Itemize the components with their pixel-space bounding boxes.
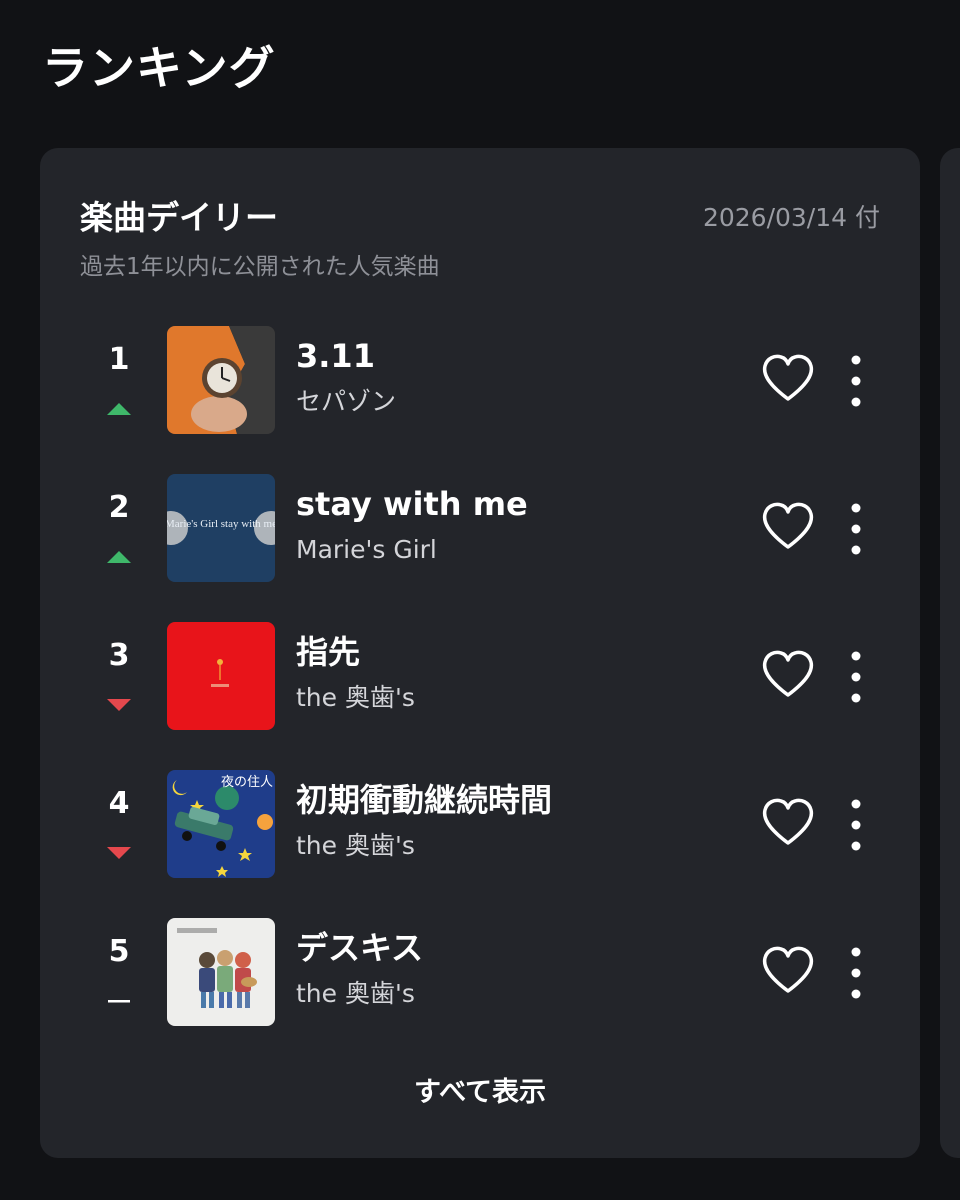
song-artist[interactable]: the 奥歯's bbox=[296, 828, 415, 864]
album-art-image: Marie's Girl stay with me bbox=[167, 474, 275, 582]
song-artist[interactable]: セパゾン bbox=[296, 384, 396, 420]
album-cover-2[interactable]: Marie's Girl stay with me bbox=[167, 474, 275, 582]
album-cover-3[interactable] bbox=[167, 622, 275, 730]
album-art-image: 夜の住人 bbox=[167, 770, 275, 878]
song-artist[interactable]: the 奥歯's bbox=[296, 976, 415, 1012]
ranking-date: 2026/03/14 付 bbox=[702, 203, 880, 232]
cover-text: Marie's Girl stay with me bbox=[167, 518, 275, 530]
trend-down-icon bbox=[107, 699, 131, 711]
ranking-row-5[interactable]: 5 デスキス the 奥歯's bbox=[40, 916, 920, 1064]
song-artist[interactable]: the 奥歯's bbox=[296, 680, 415, 716]
album-cover-4[interactable]: 夜の住人 bbox=[167, 770, 275, 878]
heart-outline-icon[interactable] bbox=[760, 648, 816, 700]
ranking-list: 1 3.11 セパゾン 2 Marie's Girl stay with me … bbox=[40, 324, 920, 1064]
heart-outline-icon[interactable] bbox=[760, 352, 816, 404]
trend-up-icon bbox=[107, 403, 131, 415]
trend-up-icon bbox=[107, 551, 131, 563]
heart-outline-icon[interactable] bbox=[760, 500, 816, 552]
daily-song-ranking-card: 楽曲デイリー 2026/03/14 付 過去1年以内に公開された人気楽曲 1 3… bbox=[40, 148, 920, 1158]
song-title[interactable]: 指先 bbox=[296, 630, 360, 674]
album-cover-1[interactable] bbox=[167, 326, 275, 434]
card-title: 楽曲デイリー bbox=[80, 198, 278, 237]
rank-number: 2 bbox=[108, 490, 130, 525]
ranking-row-4[interactable]: 4 夜の住人 初期衝動継続時間 the 奥歯's bbox=[40, 768, 920, 916]
card-subtitle: 過去1年以内に公開された人気楽曲 bbox=[80, 254, 440, 280]
ranking-row-3[interactable]: 3 指先 the 奥歯's bbox=[40, 620, 920, 768]
vertical-dots-icon[interactable] bbox=[840, 798, 872, 852]
song-title[interactable]: 初期衝動継続時間 bbox=[296, 778, 552, 822]
heart-outline-icon[interactable] bbox=[760, 796, 816, 848]
ranking-row-1[interactable]: 1 3.11 セパゾン bbox=[40, 324, 920, 472]
album-cover-5[interactable] bbox=[167, 918, 275, 1026]
album-art-image bbox=[167, 918, 275, 1026]
rank-number: 3 bbox=[108, 638, 130, 673]
song-title[interactable]: 3.11 bbox=[296, 334, 375, 378]
rank-number: 1 bbox=[108, 342, 130, 377]
ranking-page: ランキング 楽曲デイリー 2026/03/14 付 過去1年以内に公開された人気… bbox=[0, 0, 960, 1200]
vertical-dots-icon[interactable] bbox=[840, 502, 872, 556]
song-artist[interactable]: Marie's Girl bbox=[296, 532, 437, 568]
song-title[interactable]: stay with me bbox=[296, 482, 528, 526]
next-card-peek[interactable] bbox=[940, 148, 960, 1158]
rank-number: 5 bbox=[108, 934, 130, 969]
rank-number: 4 bbox=[108, 786, 130, 821]
page-title: ランキング bbox=[42, 41, 276, 95]
trend-down-icon bbox=[107, 847, 131, 859]
album-art-image bbox=[167, 622, 275, 730]
vertical-dots-icon[interactable] bbox=[840, 354, 872, 408]
vertical-dots-icon[interactable] bbox=[840, 946, 872, 1000]
song-title[interactable]: デスキス bbox=[296, 926, 423, 970]
ranking-row-2[interactable]: 2 Marie's Girl stay with me stay with me… bbox=[40, 472, 920, 620]
heart-outline-icon[interactable] bbox=[760, 944, 816, 996]
trend-same-icon bbox=[108, 1000, 130, 1003]
cover-text: 夜の住人 bbox=[221, 775, 273, 790]
album-art-image bbox=[167, 326, 275, 434]
show-all-button[interactable]: すべて表示 bbox=[40, 1068, 920, 1118]
vertical-dots-icon[interactable] bbox=[840, 650, 872, 704]
